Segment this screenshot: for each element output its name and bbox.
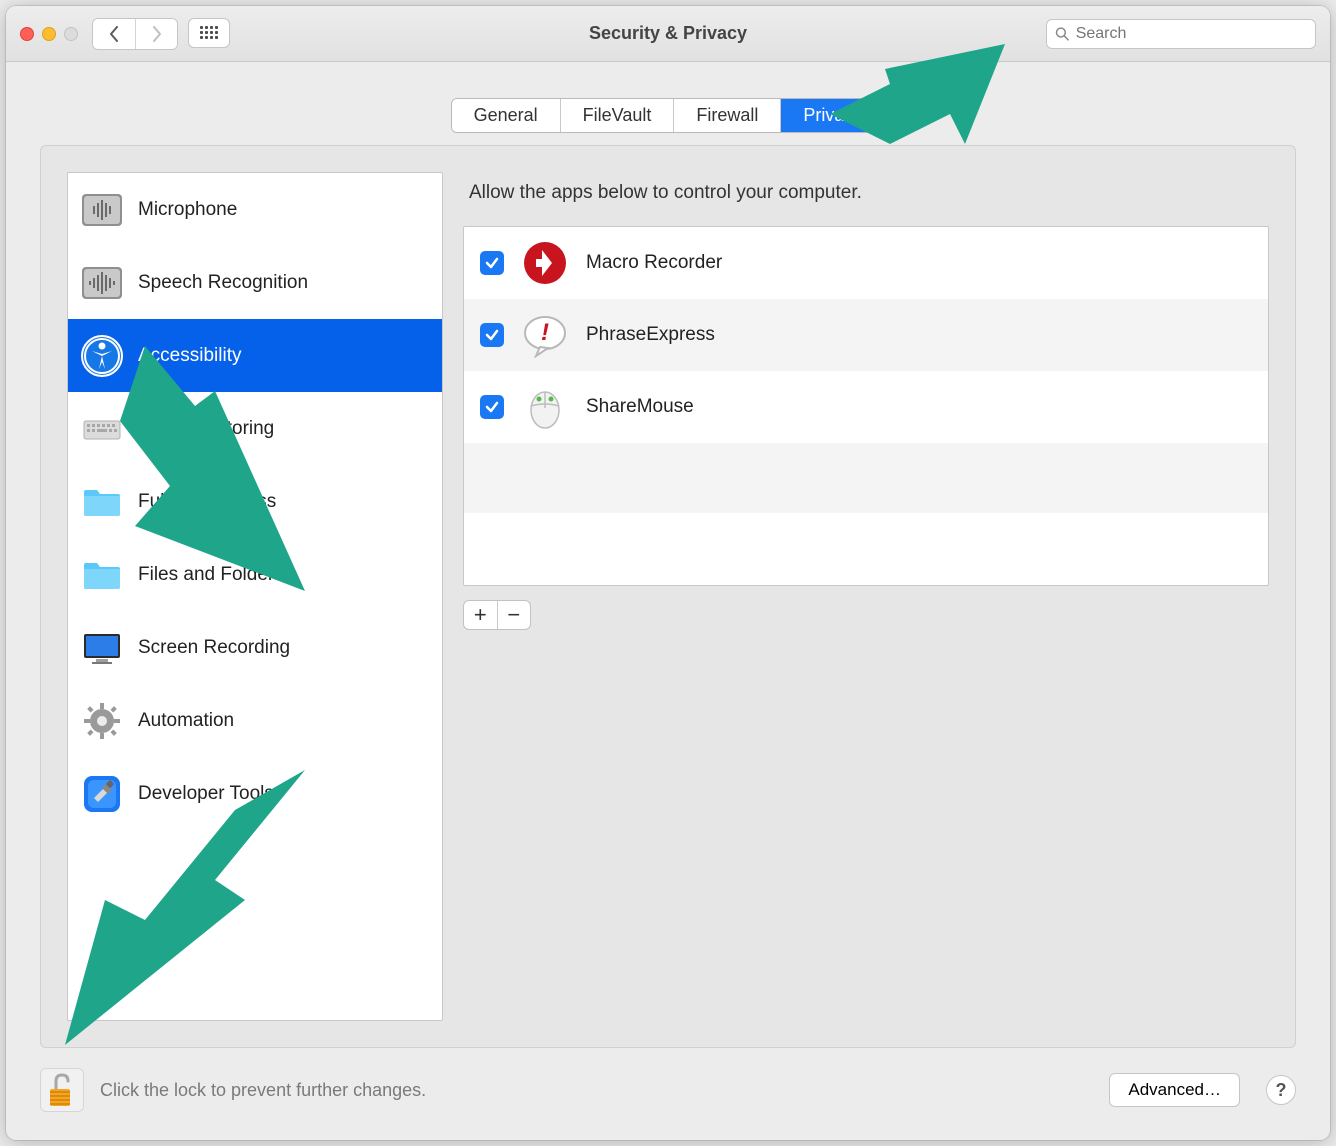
tab-privacy[interactable]: Privacy (780, 99, 884, 132)
sidebar-item-label: Input Monitoring (138, 418, 274, 440)
unlocked-lock-icon (46, 1071, 78, 1109)
nav-group (92, 18, 230, 50)
sidebar-item-label: Accessibility (138, 345, 241, 367)
check-icon (485, 328, 499, 342)
check-icon (485, 256, 499, 270)
add-button[interactable]: + (464, 601, 497, 629)
sharemouse-icon (522, 384, 568, 430)
chevron-left-icon (108, 26, 120, 42)
app-row[interactable]: ! PhraseExpress (464, 299, 1268, 371)
lock-hint-text: Click the lock to prevent further change… (100, 1080, 1093, 1101)
detail-description: Allow the apps below to control your com… (463, 172, 1269, 226)
advanced-button[interactable]: Advanced… (1109, 1073, 1240, 1107)
app-checkbox[interactable] (480, 395, 504, 419)
zoom-window-button[interactable] (64, 27, 78, 41)
app-row[interactable]: Macro Recorder (464, 227, 1268, 299)
detail-pane: Allow the apps below to control your com… (463, 172, 1269, 1021)
keyboard-icon (80, 407, 124, 451)
microphone-icon (80, 188, 124, 232)
tab-general[interactable]: General (452, 99, 560, 132)
show-all-button[interactable] (188, 18, 230, 48)
forward-button[interactable] (135, 19, 177, 49)
gear-icon (80, 699, 124, 743)
minimize-window-button[interactable] (42, 27, 56, 41)
svg-text:!: ! (541, 319, 549, 346)
sidebar-item-accessibility[interactable]: Accessibility (68, 319, 442, 392)
window-controls (20, 27, 78, 41)
search-field[interactable] (1046, 19, 1316, 49)
sidebar-item-label: Screen Recording (138, 637, 290, 659)
sidebar-item-label: Speech Recognition (138, 272, 308, 294)
display-icon (80, 626, 124, 670)
macro-recorder-icon (522, 240, 568, 286)
grid-icon (200, 26, 218, 39)
main-panel: Microphone Speech Recognition Accessibil… (40, 145, 1296, 1048)
sidebar-item-input-monitoring[interactable]: Input Monitoring (68, 392, 442, 465)
sidebar-item-screen-recording[interactable]: Screen Recording (68, 611, 442, 684)
back-forward-group (92, 18, 178, 50)
privacy-category-list[interactable]: Microphone Speech Recognition Accessibil… (67, 172, 443, 1021)
sidebar-item-label: Developer Tools (138, 783, 274, 805)
sidebar-item-developer-tools[interactable]: Developer Tools (68, 757, 442, 830)
remove-button[interactable]: − (497, 601, 531, 629)
tab-firewall[interactable]: Firewall (673, 99, 780, 132)
sidebar-item-speech-recognition[interactable]: Speech Recognition (68, 246, 442, 319)
folder-icon (80, 553, 124, 597)
app-row-empty (464, 443, 1268, 513)
search-icon (1055, 26, 1070, 42)
app-row[interactable]: ShareMouse (464, 371, 1268, 443)
lock-button[interactable] (40, 1068, 84, 1112)
tab-filevault[interactable]: FileVault (560, 99, 674, 132)
sidebar-item-label: Full Disk Access (138, 491, 276, 513)
sidebar-item-label: Microphone (138, 199, 237, 221)
add-remove-group: + − (463, 600, 531, 630)
app-list[interactable]: Macro Recorder ! PhraseExpress (463, 226, 1269, 586)
speech-icon (80, 261, 124, 305)
tabs-row: General FileVault Firewall Privacy (6, 62, 1330, 145)
sidebar-item-label: Files and Folders (138, 564, 284, 586)
app-checkbox[interactable] (480, 251, 504, 275)
titlebar: Security & Privacy (6, 6, 1330, 62)
accessibility-icon (80, 334, 124, 378)
close-window-button[interactable] (20, 27, 34, 41)
hammer-icon (80, 772, 124, 816)
folder-icon (80, 480, 124, 524)
footer: Click the lock to prevent further change… (6, 1068, 1330, 1140)
sidebar-item-label: Automation (138, 710, 234, 732)
sidebar-item-files-and-folders[interactable]: Files and Folders (68, 538, 442, 611)
app-name: ShareMouse (586, 396, 694, 418)
phraseexpress-icon: ! (522, 312, 568, 358)
check-icon (485, 400, 499, 414)
app-name: Macro Recorder (586, 252, 722, 274)
preferences-window: Security & Privacy General FileVault Fir… (6, 6, 1330, 1140)
sidebar-item-automation[interactable]: Automation (68, 684, 442, 757)
chevron-right-icon (151, 26, 163, 42)
sidebar-item-full-disk-access[interactable]: Full Disk Access (68, 465, 442, 538)
help-button[interactable]: ? (1266, 1075, 1296, 1105)
sidebar-item-microphone[interactable]: Microphone (68, 173, 442, 246)
back-button[interactable] (93, 19, 135, 49)
search-input[interactable] (1076, 25, 1307, 43)
tab-group: General FileVault Firewall Privacy (451, 98, 886, 133)
app-checkbox[interactable] (480, 323, 504, 347)
app-name: PhraseExpress (586, 324, 715, 346)
